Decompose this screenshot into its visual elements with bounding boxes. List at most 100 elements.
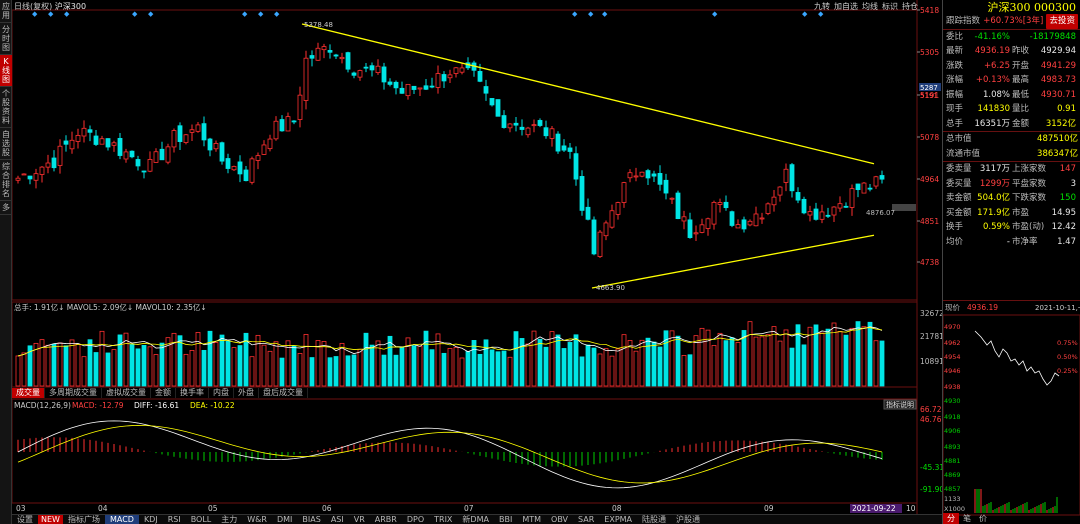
left-tab[interactable]: 综合排名 [0, 160, 12, 201]
indicator-tab[interactable]: VR [349, 515, 370, 524]
current-price-text: 5287 [920, 84, 938, 92]
volume-tab[interactable]: 换手率 [176, 388, 209, 398]
indicator-tab[interactable]: KDJ [139, 515, 163, 524]
volume-bar [51, 343, 57, 387]
mini-tab[interactable]: 价 [975, 513, 991, 524]
quote-label: 现手 [946, 104, 964, 114]
left-tab[interactable]: 个股资料 [0, 87, 12, 128]
indicator-tab[interactable]: BBI [494, 515, 517, 524]
quote-value: 3 [1070, 178, 1076, 189]
candle-body [207, 138, 213, 151]
indicator-tab[interactable]: ARBR [370, 515, 402, 524]
quote-cell: 昨收 4929.94 [1012, 44, 1078, 59]
mini-axis-label: 4893 [944, 443, 961, 451]
volume-bar [111, 349, 117, 387]
volume-bar [219, 334, 225, 387]
quote-cell: 均价 - [946, 235, 1012, 250]
mini-tab[interactable]: 笔 [959, 513, 975, 524]
indicator-tab[interactable]: TRIX [429, 515, 457, 524]
indicator-tab[interactable]: DPO [402, 515, 429, 524]
quote-block-1: 委比 -41.16% -18179848 最新 4936.19 昨收 4929.94 涨跌 +6… [943, 28, 1080, 132]
indicator-tab[interactable]: 指标广场 [63, 515, 105, 524]
indicator-tab[interactable]: DMI [272, 515, 297, 524]
indicator-tab[interactable]: MTM [517, 515, 546, 524]
indicator-tab[interactable]: 设置 [12, 515, 38, 524]
volume-tab[interactable]: 成交量 [12, 388, 45, 398]
quote-cell: 量比 0.91 [1012, 102, 1078, 117]
volume-bar [807, 326, 813, 387]
left-tab[interactable]: 自选股 [0, 128, 12, 160]
volume-tab[interactable]: 内盘 [209, 388, 234, 398]
quote-cell: 平盘家数 3 [1012, 177, 1078, 192]
indicator-tab[interactable]: BIAS [297, 515, 325, 524]
candle-body [555, 133, 561, 152]
quote-label: 平盘家数 [1012, 178, 1047, 189]
macd-label: MACD(12,26,9) [14, 401, 71, 410]
left-tab[interactable]: 多 [0, 201, 12, 215]
indicator-tab[interactable]: EXPMA [599, 515, 637, 524]
indicator-tab[interactable]: 沪股通 [671, 515, 705, 524]
indicator-tab[interactable]: NEW [38, 515, 63, 524]
toolbar-button[interactable]: 标识 [882, 2, 898, 11]
volume-tab[interactable]: 多周期成交量 [45, 388, 102, 398]
invest-button[interactable]: 去投资 [1046, 14, 1078, 29]
candle-body [339, 56, 345, 60]
candle-body [111, 142, 117, 146]
indicator-tab[interactable]: 新DMA [457, 515, 494, 524]
toolbar-button[interactable]: 加自选 [834, 2, 858, 11]
intraday-mini-chart[interactable]: 现价 4936.19 2021-10-11,一 4970 4962 4954 4946 493… [942, 300, 1080, 524]
indicator-tab[interactable]: W&R [242, 515, 272, 524]
toolbar-button[interactable]: 均线 [862, 2, 878, 11]
volume-tab[interactable]: 盘后成交量 [259, 388, 308, 398]
left-tab[interactable]: 分时图 [0, 23, 12, 55]
candle-body [183, 134, 189, 143]
candle-body [369, 65, 375, 71]
candle-body [717, 202, 723, 205]
volume-tab[interactable]: 金额 [151, 388, 176, 398]
candle-body [225, 158, 231, 169]
candle-body [315, 47, 321, 61]
candle-body [363, 66, 369, 69]
indicator-tab[interactable]: SAR [573, 515, 599, 524]
quote-value: 150 [1059, 193, 1076, 203]
mini-tab[interactable]: 分 [943, 513, 959, 524]
volume-tab[interactable]: 外盘 [234, 388, 259, 398]
indicator-tab[interactable]: 陆股通 [637, 515, 671, 524]
volume-bar [645, 337, 651, 387]
quote-value: 487510亿 [1037, 134, 1078, 144]
kline-chart-area[interactable]: ◆ ◆ ◆ ◆ ◆ ◆ ◆ ◆ ◆ ◆ ◆ ◆ ◆ ◆ 5418 5305 5191 5078 4964 4851 47… [12, 0, 942, 524]
indicator-tab[interactable]: BOLL [186, 515, 217, 524]
quote-row: 最新 4936.19 昨收 4929.94 [943, 44, 1080, 59]
volume-bar [309, 357, 315, 387]
candle-body [735, 224, 741, 229]
mini-label: 现价 [945, 303, 960, 312]
mini-axis-label: 4962 [944, 339, 961, 347]
left-tab[interactable]: 应用 [0, 0, 12, 23]
volume-bar [381, 354, 387, 387]
quote-pair: 涨跌 +6.25 开盘 4941.29 [946, 59, 1078, 74]
chart-header: 日线(复权) 沪深300 [14, 1, 86, 12]
quote-value: +6.25 [983, 60, 1010, 71]
indicator-tab[interactable]: 主力 [216, 515, 242, 524]
candle-body [63, 140, 69, 145]
volume-bar [525, 343, 531, 387]
indicator-tab[interactable]: OBV [546, 515, 573, 524]
toolbar-button[interactable]: 持仓 [902, 2, 918, 11]
mini-axis-label: 4881 [944, 457, 961, 465]
quote-pair: 现手 141830 量比 0.91 [946, 102, 1078, 117]
volume-bar [207, 330, 213, 387]
volume-bar [735, 342, 741, 387]
candle-body [609, 210, 615, 228]
indicator-tab[interactable]: RSI [163, 515, 186, 524]
quote-cell: 买金额 171.9亿 [946, 206, 1012, 221]
high-annotation: 5378.48 [304, 21, 333, 29]
volume-tab[interactable]: 虚拟成交量 [102, 388, 151, 398]
toolbar-button[interactable]: 九转 [814, 2, 830, 11]
indicator-tab[interactable]: MACD [104, 515, 139, 524]
period-label[interactable]: 日线(复权) [14, 2, 52, 11]
diff-value: DIFF: -16.61 [134, 401, 179, 410]
volume-bar [21, 352, 27, 387]
indicator-tab[interactable]: ASI [326, 515, 349, 524]
candle-body [699, 224, 705, 233]
left-tab[interactable]: K线图 [0, 55, 12, 87]
